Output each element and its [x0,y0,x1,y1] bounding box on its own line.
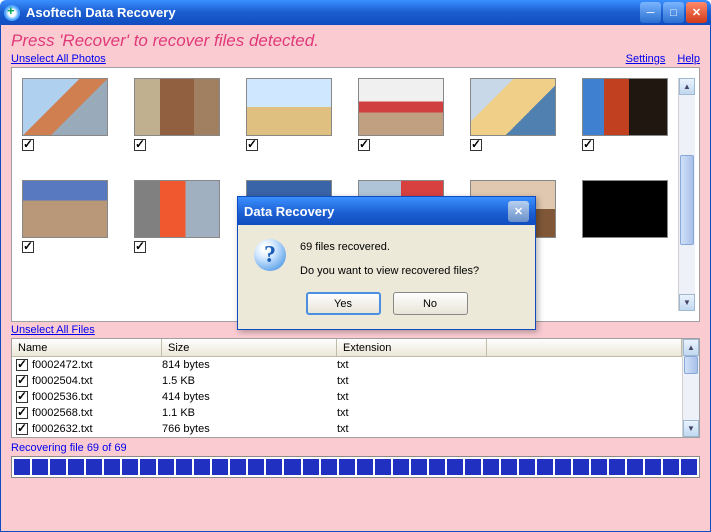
photo-item[interactable] [470,78,556,154]
titlebar: Asoftech Data Recovery ─ □ ✕ [0,0,711,25]
thumbnail [22,180,108,238]
dialog-message-2: Do you want to view recovered files? [300,263,479,281]
thumbnail [134,78,220,136]
photo-checkbox[interactable] [246,139,258,151]
photo-item[interactable] [582,78,668,154]
dialog-close-button[interactable]: ✕ [508,201,529,222]
dialog-message-1: 69 files recovered. [300,239,479,257]
thumbnail [470,78,556,136]
photo-checkbox[interactable] [470,139,482,151]
scroll-up-button[interactable]: ▲ [679,78,695,95]
scroll-down-button[interactable]: ▼ [679,294,695,311]
table-row[interactable]: f0002568.txt1.1 KBtxt [12,405,682,421]
file-checkbox[interactable] [16,375,28,387]
settings-link[interactable]: Settings [626,53,666,65]
photo-scrollbar[interactable]: ▲ ▼ [678,78,695,311]
table-row[interactable]: f0002472.txt814 bytestxt [12,357,682,373]
col-blank [487,339,682,356]
photo-checkbox[interactable] [582,139,594,151]
close-button[interactable]: ✕ [686,2,707,23]
window-title: Asoftech Data Recovery [26,5,640,20]
photo-item[interactable] [134,180,220,256]
progress-bar [11,456,700,478]
photo-checkbox[interactable] [134,241,146,253]
maximize-button[interactable]: □ [663,2,684,23]
thumbnail [582,180,668,238]
unselect-all-files-link[interactable]: Unselect All Files [11,324,95,336]
col-extension[interactable]: Extension [337,339,487,356]
scroll-thumb[interactable] [680,155,694,245]
scroll-up-button[interactable]: ▲ [683,339,699,356]
app-icon [4,5,20,21]
file-checkbox[interactable] [16,407,28,419]
help-link[interactable]: Help [677,53,700,65]
table-header: Name Size Extension [12,339,682,357]
file-scrollbar[interactable]: ▲ ▼ [682,339,699,437]
table-row[interactable]: f0002632.txt766 bytestxt [12,421,682,437]
photo-item[interactable] [22,78,108,154]
thumbnail [358,78,444,136]
photo-item[interactable] [246,78,332,154]
scroll-thumb[interactable] [684,356,698,374]
photo-checkbox[interactable] [22,139,34,151]
yes-button[interactable]: Yes [306,292,381,315]
thumbnail [134,180,220,238]
photo-item[interactable] [134,78,220,154]
file-checkbox[interactable] [16,359,28,371]
no-button[interactable]: No [393,292,468,315]
file-checkbox[interactable] [16,423,28,435]
table-row[interactable]: f0002504.txt1.5 KBtxt [12,373,682,389]
dialog-title: Data Recovery [244,204,508,219]
recovery-dialog: Data Recovery ✕ ? 69 files recovered. Do… [237,196,536,330]
status-text: Recovering file 69 of 69 [11,442,700,454]
photo-item[interactable] [22,180,108,256]
photo-checkbox[interactable] [134,139,146,151]
photo-checkbox[interactable] [22,241,34,253]
table-row[interactable]: f0002536.txt414 bytestxt [12,389,682,405]
question-icon: ? [254,239,286,271]
thumbnail [582,78,668,136]
unselect-all-photos-link[interactable]: Unselect All Photos [11,53,106,65]
scroll-down-button[interactable]: ▼ [683,420,699,437]
file-table: Name Size Extension f0002472.txt814 byte… [11,338,700,438]
minimize-button[interactable]: ─ [640,2,661,23]
col-name[interactable]: Name [12,339,162,356]
thumbnail [22,78,108,136]
photo-item[interactable] [358,78,444,154]
file-checkbox[interactable] [16,391,28,403]
photo-item[interactable] [582,180,668,256]
col-size[interactable]: Size [162,339,337,356]
photo-checkbox[interactable] [358,139,370,151]
instruction-text: Press 'Recover' to recover files detecte… [11,31,700,51]
thumbnail [246,78,332,136]
